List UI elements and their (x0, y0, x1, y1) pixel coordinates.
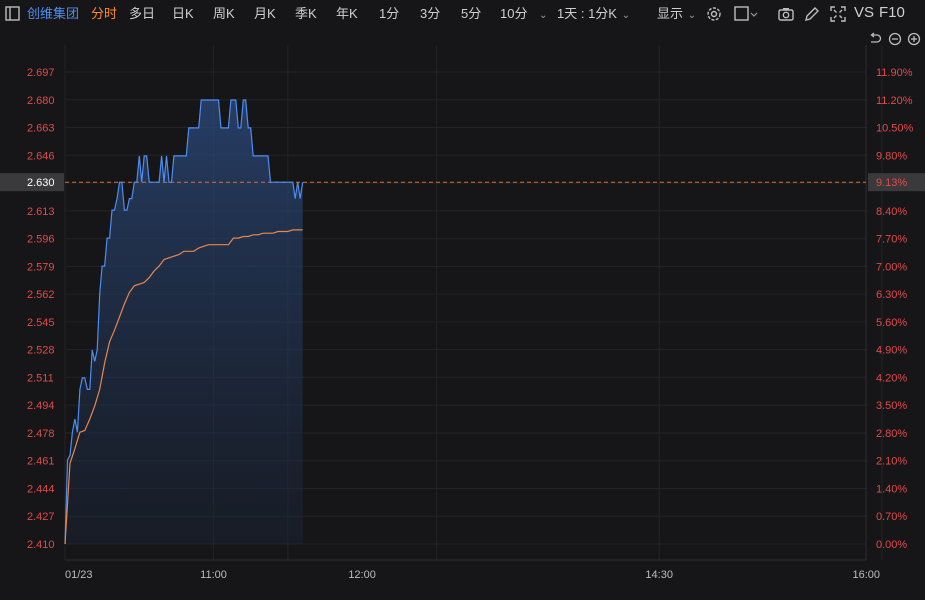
percent-tick-label: 10.50% (876, 123, 914, 135)
price-tick-label: 2.545 (27, 317, 55, 329)
percent-tick-label: 3.50% (876, 400, 907, 412)
price-tick-label: 2.613 (27, 206, 55, 218)
percent-tick-label: 7.70% (876, 234, 907, 246)
current-price-label: 2.630 (27, 177, 55, 189)
percent-tick-label: 11.20% (876, 95, 913, 107)
price-tick-label: 2.444 (27, 483, 55, 495)
price-tick-label: 2.680 (27, 95, 55, 107)
time-tick-label: 14:30 (645, 569, 673, 581)
price-tick-label: 2.410 (27, 539, 55, 551)
price-tick-label: 2.494 (27, 400, 55, 412)
percent-tick-label: 0.70% (876, 511, 907, 523)
intraday-chart[interactable]: 2.697 2.680 2.663 2.646 2.613 2.596 2.579 2.562… (0, 0, 925, 600)
percent-tick-label: 11.90% (876, 67, 913, 79)
time-tick-label: 11:00 (200, 569, 227, 581)
percent-tick-label: 4.90% (876, 345, 907, 357)
price-tick-label: 2.596 (27, 234, 55, 246)
price-tick-label: 2.562 (27, 289, 55, 301)
time-tick-label: 12:00 (348, 569, 376, 581)
percent-tick-label: 1.40% (876, 483, 907, 495)
price-tick-label: 2.528 (27, 345, 55, 357)
percent-tick-label: 4.20% (876, 372, 907, 384)
percent-tick-label: 2.10% (876, 456, 907, 468)
price-tick-label: 2.579 (27, 261, 55, 273)
price-area-fill (65, 100, 303, 544)
percent-tick-label: 0.00% (876, 539, 907, 551)
price-tick-label: 2.697 (27, 67, 55, 79)
percent-tick-label: 9.80% (876, 150, 907, 162)
current-percent-label: 9.13% (876, 177, 907, 189)
percent-tick-label: 6.30% (876, 289, 907, 301)
percent-tick-label: 8.40% (876, 206, 907, 218)
percent-tick-label: 5.60% (876, 317, 907, 329)
price-tick-label: 2.511 (27, 372, 54, 384)
price-tick-label: 2.663 (27, 123, 55, 135)
price-axis: 2.697 2.680 2.663 2.646 2.613 2.596 2.579 2.562… (27, 67, 55, 551)
price-tick-label: 2.461 (27, 456, 55, 468)
time-tick-label: 01/23 (65, 569, 93, 581)
time-axis: 01/23 11:00 12:00 14:30 16:00 (65, 569, 880, 581)
percent-tick-label: 2.80% (876, 428, 907, 440)
price-tick-label: 2.478 (27, 428, 55, 440)
price-tick-label: 2.427 (27, 511, 55, 523)
percent-tick-label: 7.00% (876, 261, 907, 273)
price-tick-label: 2.646 (27, 150, 55, 162)
time-tick-label: 16:00 (852, 569, 880, 581)
